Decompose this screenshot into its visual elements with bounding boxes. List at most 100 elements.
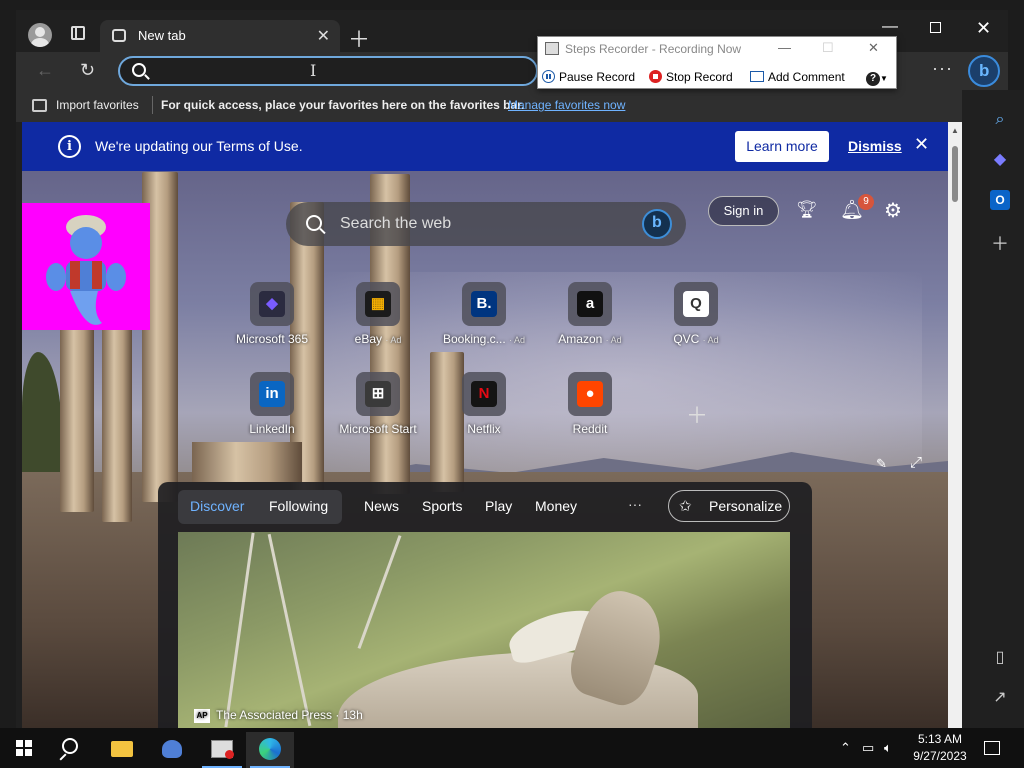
ad-label: · Ad [605,335,622,345]
quick-link-label: Amazon · Ad [542,332,638,346]
quick-link-icon: Q [683,291,709,317]
sidebar-copilot-icon[interactable]: ◆ [990,150,1010,170]
import-favorites-button[interactable]: Import favorites [56,98,139,112]
dismiss-link[interactable]: Dismiss [848,138,902,154]
quick-link[interactable]: N Netflix [436,372,532,436]
address-bar[interactable]: I [118,56,538,86]
quick-link-name: Microsoft Start [339,422,417,436]
background-column [102,302,132,522]
show-hidden-icons-icon[interactable]: ⌃ [840,740,851,756]
tab-money[interactable]: Money [535,498,577,514]
page-scrollbar[interactable]: ▲ [948,122,962,728]
pause-record-label: Pause Record [559,70,636,84]
sidebar-search-icon[interactable]: ⌕ [990,110,1010,130]
clock-date: 9/27/2023 [913,749,967,763]
quick-link-name: eBay [354,332,382,346]
personalize-button[interactable]: ✩ Personalize [668,490,790,522]
tab-news[interactable]: News [364,498,399,514]
quick-link-icon: in [259,381,285,407]
tab-close-icon[interactable]: ✕ [317,26,330,46]
pause-record-button[interactable]: Pause Record [542,70,635,84]
article-card[interactable]: AP The Associated Press · 13h [178,532,790,728]
taskbar-clock[interactable]: 5:13 AM 9/27/2023 [908,731,972,765]
edge-taskbar-icon[interactable] [246,732,294,768]
quick-link[interactable]: in LinkedIn [224,372,320,436]
tab-sports[interactable]: Sports [422,498,462,514]
steps-recorder-taskbar-icon[interactable] [198,732,246,768]
trophy-icon[interactable]: 🏆︎ [796,200,818,220]
tab-discover[interactable]: Discover [190,498,244,514]
taskbar-genie-app-icon[interactable] [148,732,196,768]
text-cursor-icon: I [310,61,317,80]
article-source[interactable]: AP The Associated Press · 13h [194,708,363,723]
external-link-icon[interactable]: ↗ [990,688,1010,708]
bing-copilot-icon[interactable]: b [968,55,1000,87]
manage-favorites-link[interactable]: Manage favorites now [508,98,625,112]
scroll-up-icon[interactable]: ▲ [951,126,959,135]
learn-more-button[interactable]: Learn more [735,131,829,162]
background-tree [22,352,62,492]
tab-new-tab[interactable]: New tab ✕ [100,20,340,52]
taskbar-search-icon[interactable] [48,732,96,768]
bing-chat-icon[interactable]: b [642,209,672,239]
web-search-box[interactable]: Search the web b [286,202,686,246]
gear-icon[interactable]: ⚙ [884,198,902,223]
tab-actions-icon[interactable] [71,26,85,40]
quick-link-label: Microsoft 365 [224,332,320,346]
pause-icon [542,70,555,83]
tab-play[interactable]: Play [485,498,512,514]
tab-following[interactable]: Following [269,498,328,514]
search-placeholder: Search the web [340,215,452,232]
quick-link-name: Microsoft 365 [235,332,309,346]
personalize-label: Personalize [709,498,783,514]
ad-label: · Ad [509,335,526,345]
file-explorer-icon[interactable] [98,732,146,768]
edit-background-icon[interactable]: ✎ [876,456,887,472]
quick-link-icon: ◆ [259,291,285,317]
sign-in-button[interactable]: Sign in [708,196,779,226]
quick-link-label: eBay · Ad [330,332,426,346]
refresh-icon[interactable]: ↻ [80,60,95,81]
new-tab-page: i We're updating our Terms of Use. Learn… [22,122,948,728]
quick-link-icon: ⊞ [365,381,391,407]
volume-muted-icon[interactable]: 🔈︎ [884,740,892,756]
sidebar-hide-icon[interactable]: ▯ [990,648,1010,668]
quick-link[interactable]: ◆ Microsoft 365 [224,282,320,346]
sidebar-outlook-icon[interactable]: O [990,190,1010,210]
network-icon[interactable]: ▭ [862,740,874,756]
chevron-down-icon: ▼ [880,74,888,83]
quick-link[interactable]: ▦ eBay · Ad [330,282,426,346]
quick-link[interactable]: ⊞ Microsoft Start [330,372,426,436]
add-quick-link-icon[interactable]: ＋ [686,398,708,430]
quick-link-label: Netflix [436,422,532,436]
close-icon[interactable]: ✕ [868,40,879,56]
notifications-icon[interactable] [984,741,1000,755]
scrollbar-thumb[interactable] [952,146,958,202]
profile-avatar[interactable] [28,23,52,47]
settings-and-more-icon[interactable]: ··· [932,58,953,79]
quick-link[interactable]: ● Reddit [542,372,638,436]
minimize-icon[interactable]: — [882,18,898,36]
ad-label: · Ad [385,335,402,345]
close-window-icon[interactable]: ✕ [976,18,991,39]
new-tab-plus-icon[interactable]: ＋ [348,22,370,54]
minimize-icon[interactable]: — [778,40,791,55]
quick-link[interactable]: a Amazon · Ad [542,282,638,346]
personalize-icon: ✩ [679,498,692,515]
expand-icon[interactable]: ⤢ [910,454,922,471]
quick-link-icon: B. [471,291,497,317]
banner-close-icon[interactable]: ✕ [914,134,929,155]
help-button[interactable]: ? ▼ [866,70,888,86]
feed-more-icon[interactable]: ··· [628,496,642,512]
quick-link[interactable]: B. Booking.c... · Ad [436,282,532,346]
windows-start-icon[interactable] [16,740,32,756]
quick-link-name: LinkedIn [249,422,295,436]
back-arrow-icon[interactable]: ← [36,60,54,81]
maximize-icon[interactable] [930,22,941,33]
windows-taskbar: ⌃ ▭ 🔈︎ 5:13 AM 9/27/2023 [0,728,1024,768]
stop-record-button[interactable]: Stop Record [649,70,733,84]
sidebar-add-icon[interactable]: ＋ [990,234,1010,254]
add-comment-button[interactable]: Add Comment [750,70,845,84]
quick-link[interactable]: Q QVC · Ad [648,282,744,346]
genie-character [22,203,150,330]
